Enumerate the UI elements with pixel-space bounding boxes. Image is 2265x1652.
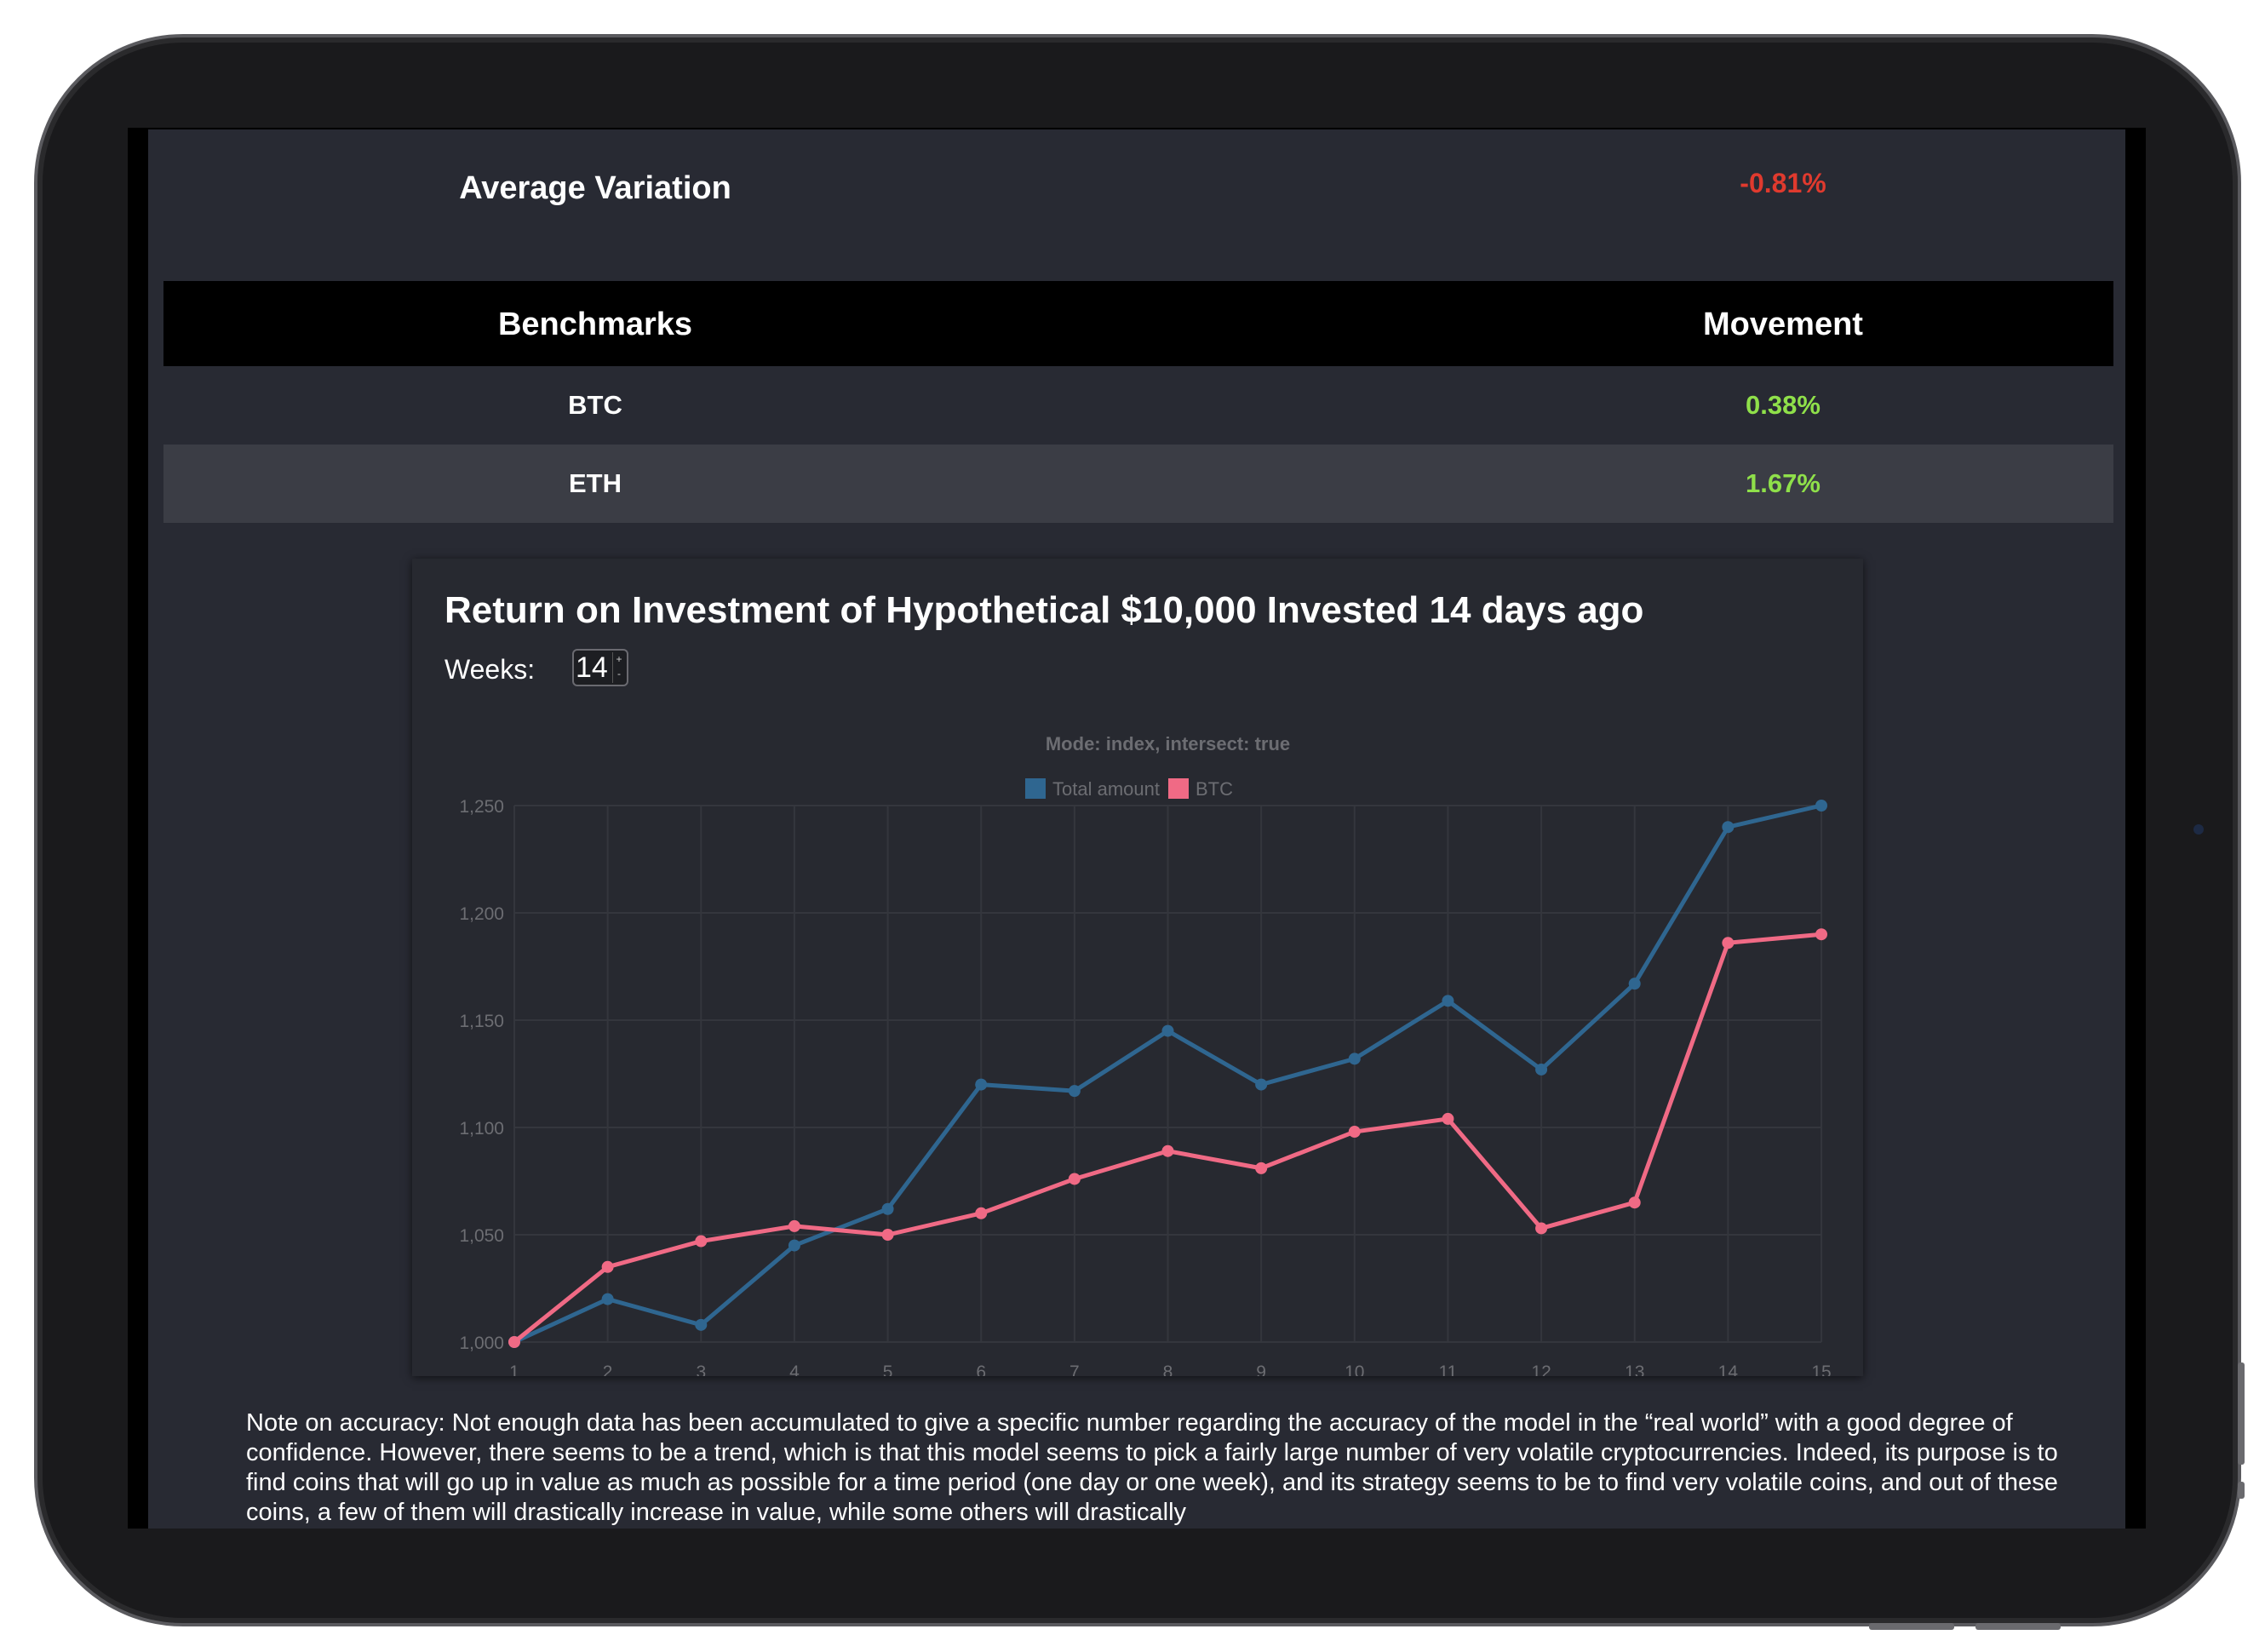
data-point xyxy=(508,1336,520,1348)
data-point xyxy=(1161,1024,1174,1037)
table-row: BTC 0.38% xyxy=(163,366,2113,445)
benchmark-movement: 0.38% xyxy=(1746,390,1821,420)
data-point xyxy=(1068,1173,1081,1185)
data-point xyxy=(1348,1053,1361,1065)
x-tick-label: 1 xyxy=(509,1362,519,1376)
data-point xyxy=(788,1239,800,1252)
legend-label: Total amount xyxy=(1052,778,1160,800)
volume-button-2 xyxy=(1975,1623,2061,1630)
y-tick-label: 1,100 xyxy=(459,1119,504,1139)
camera-icon xyxy=(2193,824,2204,835)
average-variation-label: Average Variation xyxy=(459,170,731,206)
data-point xyxy=(881,1229,894,1241)
average-variation-row: Average Variation -0.81% xyxy=(148,129,2125,249)
data-point xyxy=(1255,1162,1268,1174)
data-point xyxy=(1348,1126,1361,1139)
legend-swatch xyxy=(1168,778,1189,799)
data-point xyxy=(1442,1112,1454,1125)
x-tick-label: 4 xyxy=(789,1362,800,1376)
data-point xyxy=(975,1207,988,1219)
data-point xyxy=(1068,1085,1081,1098)
data-point xyxy=(1722,937,1735,949)
data-point xyxy=(695,1318,708,1331)
x-tick-label: 2 xyxy=(603,1362,613,1376)
data-point xyxy=(1255,1078,1268,1091)
table-row: ETH 1.67% xyxy=(163,445,2113,523)
data-point xyxy=(1535,1063,1548,1076)
x-tick-label: 8 xyxy=(1163,1362,1173,1376)
screen: Average Variation -0.81% Benchmarks Move… xyxy=(128,128,2146,1529)
x-tick-label: 11 xyxy=(1439,1362,1458,1376)
legend-swatch xyxy=(1025,778,1046,799)
data-point xyxy=(788,1219,800,1232)
y-tick-label: 1,200 xyxy=(459,904,504,924)
benchmark-movement: 1.67% xyxy=(1746,468,1821,498)
data-point xyxy=(601,1293,614,1305)
page-content: Average Variation -0.81% Benchmarks Move… xyxy=(148,129,2125,1529)
x-tick-label: 15 xyxy=(1811,1362,1831,1376)
data-point xyxy=(881,1202,894,1215)
benchmark-name: BTC xyxy=(568,390,622,420)
y-tick-label: 1,050 xyxy=(459,1226,504,1246)
x-tick-label: 5 xyxy=(883,1362,893,1376)
x-tick-label: 7 xyxy=(1069,1362,1080,1376)
volume-button xyxy=(1869,1623,1954,1630)
benchmarks-table-header: Benchmarks Movement xyxy=(163,281,2113,366)
data-point xyxy=(1815,928,1827,941)
x-tick-label: 10 xyxy=(1345,1362,1364,1376)
data-point xyxy=(1628,1196,1641,1209)
y-tick-label: 1,000 xyxy=(459,1334,504,1353)
data-point xyxy=(1628,978,1641,990)
data-point xyxy=(601,1260,614,1273)
benchmarks-header: Benchmarks xyxy=(497,307,693,342)
x-tick-label: 14 xyxy=(1718,1362,1739,1376)
data-point xyxy=(695,1235,708,1248)
y-tick-label: 1,250 xyxy=(459,797,504,817)
data-point xyxy=(1722,821,1735,834)
movement-header: Movement xyxy=(1703,307,1863,342)
line-chart: Mode: index, intersect: true Total amount… xyxy=(459,733,1831,1376)
side-button xyxy=(2238,1362,2245,1465)
x-tick-label: 13 xyxy=(1625,1362,1644,1376)
benchmark-name: ETH xyxy=(569,468,622,498)
x-tick-label: 9 xyxy=(1256,1362,1266,1376)
data-point xyxy=(1442,995,1454,1007)
roi-chart-card: Return on Investment of Hypothetical $10… xyxy=(412,559,1863,1376)
accuracy-note: Note on accuracy: Not enough data has be… xyxy=(246,1409,2058,1526)
x-tick-label: 3 xyxy=(696,1362,706,1376)
chart-title: Mode: index, intersect: true xyxy=(1046,733,1290,754)
data-point xyxy=(1161,1144,1174,1157)
data-point xyxy=(1815,800,1827,812)
side-button-small xyxy=(2238,1482,2245,1499)
average-variation-value: -0.81% xyxy=(1740,168,1826,198)
x-tick-label: 12 xyxy=(1531,1362,1551,1376)
data-point xyxy=(1535,1222,1548,1235)
x-tick-label: 6 xyxy=(976,1362,986,1376)
data-point xyxy=(975,1078,988,1091)
legend-label: BTC xyxy=(1196,778,1233,800)
y-tick-label: 1,150 xyxy=(459,1012,504,1031)
